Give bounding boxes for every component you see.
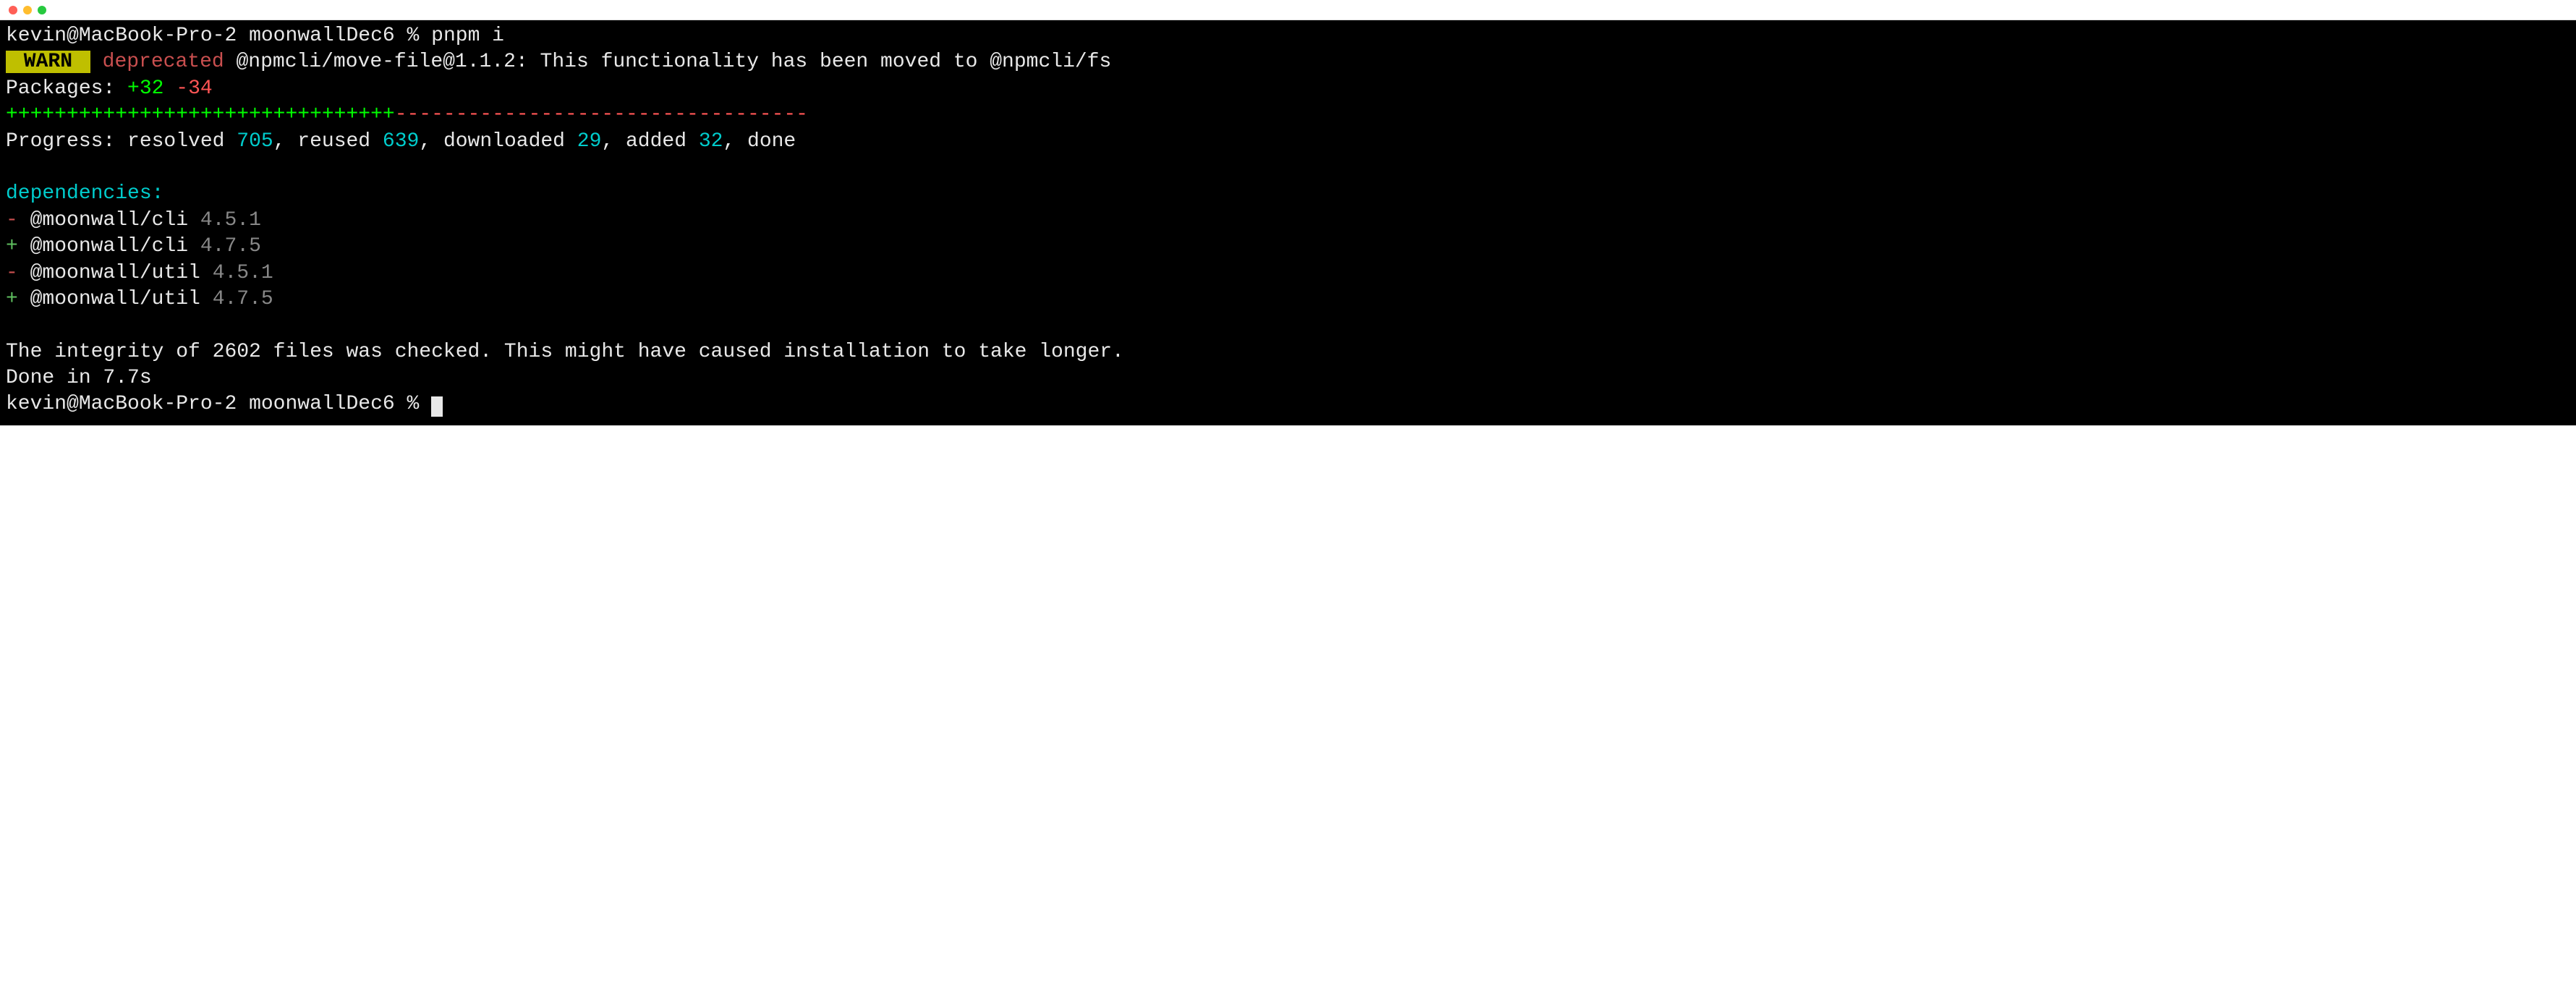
close-icon[interactable]	[9, 6, 17, 14]
cursor-icon	[431, 396, 443, 417]
terminal-window: kevin@MacBook-Pro-2 moonwallDec6 % pnpm …	[0, 0, 2576, 425]
warn-line: WARN deprecated @npmcli/move-file@1.1.2:…	[6, 51, 1111, 73]
dep-row: + @moonwall/cli 4.7.5	[6, 235, 261, 258]
progress-line: Progress: resolved 705, reused 639, down…	[6, 130, 796, 153]
prompt-line: kevin@MacBook-Pro-2 moonwallDec6 %	[6, 393, 443, 415]
dep-row: + @moonwall/util 4.7.5	[6, 288, 273, 310]
titlebar	[0, 0, 2576, 20]
maximize-icon[interactable]	[38, 6, 46, 14]
dependencies-header: dependencies:	[6, 182, 163, 205]
minimize-icon[interactable]	[23, 6, 32, 14]
terminal-output[interactable]: kevin@MacBook-Pro-2 moonwallDec6 % pnpm …	[0, 20, 2576, 425]
dep-row: - @moonwall/util 4.5.1	[6, 262, 273, 284]
warn-badge: WARN	[6, 51, 90, 73]
packages-line: Packages: +32 -34	[6, 77, 213, 100]
integrity-line: The integrity of 2602 files was checked.…	[6, 341, 1124, 363]
command-text: pnpm i	[431, 25, 504, 47]
progress-bar: ++++++++++++++++++++++++++++++++--------…	[6, 103, 808, 126]
dep-row: - @moonwall/cli 4.5.1	[6, 209, 261, 232]
done-line: Done in 7.7s	[6, 367, 152, 389]
deprecated-label: deprecated	[103, 51, 224, 73]
prompt-line: kevin@MacBook-Pro-2 moonwallDec6 % pnpm …	[6, 25, 504, 47]
